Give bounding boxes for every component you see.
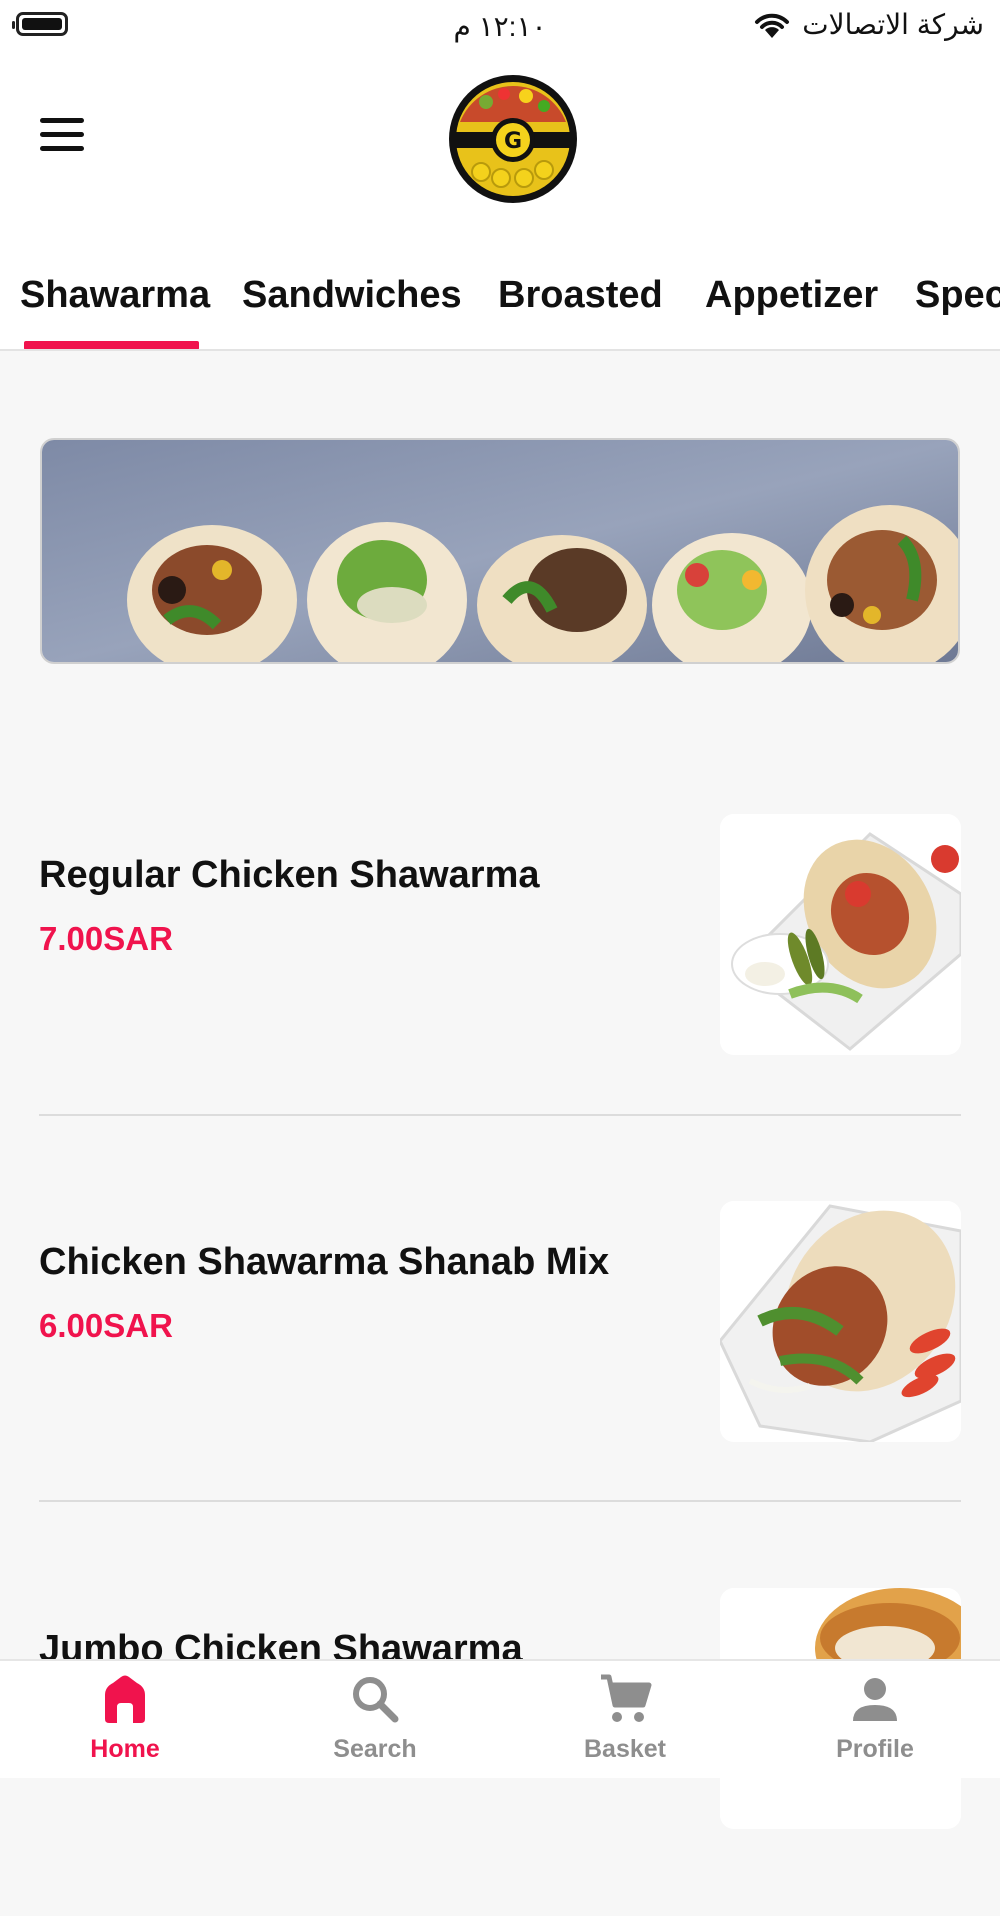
nav-basket[interactable]: Basket [545, 1669, 705, 1764]
item-price: 7.00SAR [39, 920, 173, 957]
restaurant-logo: G [449, 75, 577, 203]
item-image [720, 1201, 961, 1442]
category-banner-image [40, 438, 960, 664]
item-price: 6.00SAR [39, 1307, 173, 1344]
tab-spec[interactable]: Spec [915, 274, 1000, 317]
tab-shawarma[interactable]: Shawarma [20, 274, 210, 317]
item-image [720, 814, 961, 1055]
nav-label-basket: Basket [584, 1735, 666, 1763]
wifi-icon [755, 13, 790, 38]
svg-text:G: G [504, 129, 522, 154]
profile-icon [853, 1678, 897, 1721]
home-icon [105, 1675, 145, 1723]
menu-item[interactable]: Chicken Shawarma Shanab Mix 6.00SAR [0, 1199, 1000, 1529]
search-icon [353, 1677, 399, 1723]
status-bar: ١٢:١٠ م شركة الاتصالات [0, 0, 1000, 50]
tab-sandwiches[interactable]: Sandwiches [242, 274, 462, 317]
nav-label-home: Home [90, 1735, 160, 1763]
cart-icon [601, 1674, 652, 1722]
bottom-navigation: Home Search Basket Profile [0, 1659, 1000, 1778]
nav-home[interactable]: Home [45, 1669, 205, 1764]
tab-broasted[interactable]: Broasted [498, 274, 663, 317]
tabs-divider [0, 349, 1000, 351]
status-carrier: شركة الاتصالات [752, 8, 984, 41]
item-divider [39, 1500, 961, 1502]
item-name: Chicken Shawarma Shanab Mix [39, 1241, 610, 1283]
tab-appetizer[interactable]: Appetizer [705, 274, 878, 317]
menu-item[interactable]: Regular Chicken Shawarma 7.00SAR [0, 812, 1000, 1142]
nav-profile[interactable]: Profile [795, 1669, 955, 1764]
nav-label-search: Search [333, 1735, 417, 1763]
item-name: Regular Chicken Shawarma [39, 854, 540, 896]
nav-label-profile: Profile [836, 1735, 914, 1763]
category-tabs: Shawarma Sandwiches Broasted Appetizer S… [0, 262, 1000, 352]
item-divider [39, 1114, 961, 1116]
hamburger-menu-button[interactable] [40, 118, 86, 154]
carrier-name: شركة الاتصالات [802, 9, 984, 40]
nav-search[interactable]: Search [295, 1669, 455, 1764]
